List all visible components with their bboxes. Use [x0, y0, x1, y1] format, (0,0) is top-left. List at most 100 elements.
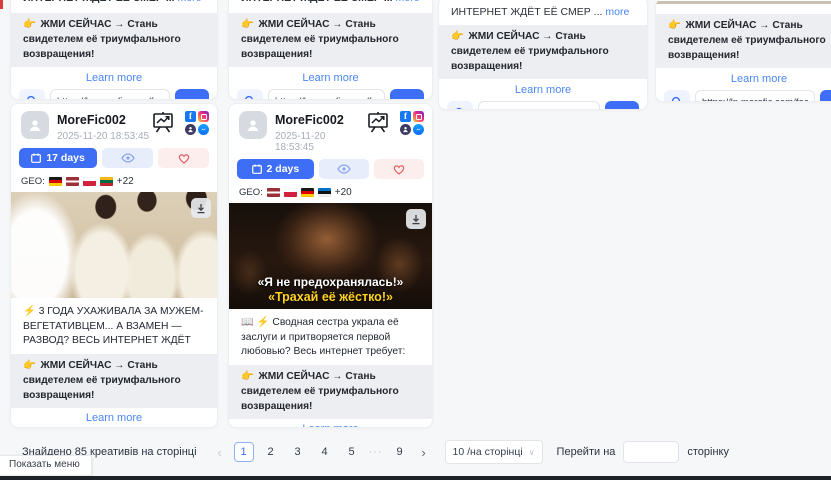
pointing-hand-icon: 👉 — [241, 19, 254, 30]
creative-card-top-1: ИНТЕРНЕТ ЖДЁТ ЕЁ СМЕР ... more 👉 ЖМИ СЕЙ… — [10, 0, 218, 100]
creative-body-text: 📖 ⚡ Сводная сестра украла её заслуги и п… — [241, 316, 420, 360]
page-number-9[interactable]: 9 — [390, 442, 410, 462]
search-icon[interactable] — [19, 89, 45, 100]
search-icon[interactable] — [664, 90, 690, 102]
open-url-button[interactable]: → — [605, 101, 639, 110]
page-number-1[interactable]: 1 — [234, 442, 254, 462]
days-active-button[interactable]: 17 days — [19, 148, 97, 168]
geo-more-count: +20 — [335, 187, 352, 198]
favorite-button[interactable] — [374, 159, 424, 179]
creative-card-top-4: 👉 ЖМИ СЕЙЧАС → Стань свидетелем её триум… — [655, 0, 831, 102]
download-image-button[interactable] — [191, 198, 211, 218]
creatives-library-page: ИНТЕРНЕТ ЖДЁТ ЕЁ СМЕР ... more 👉 ЖМИ СЕЙ… — [0, 0, 831, 480]
lightning-icon: ⚡ — [23, 306, 36, 317]
facebook-icon[interactable]: f — [185, 111, 196, 122]
goto-page-label: Перейти на — [557, 446, 616, 458]
page-number-4[interactable]: 4 — [315, 442, 335, 462]
geo-label: GEO: — [239, 187, 263, 198]
open-url-button[interactable]: → — [820, 90, 831, 102]
days-active-button[interactable]: 2 days — [237, 159, 314, 179]
geo-more-count: +22 — [117, 176, 134, 187]
instagram-icon[interactable] — [413, 111, 424, 122]
page-number-2[interactable]: 2 — [261, 442, 281, 462]
account-name: MoreFic002 — [275, 113, 344, 127]
audience-network-icon[interactable] — [185, 124, 196, 135]
creative-body-text: ⚡ 3 ГОДА УХАЖИВАЛА ЗА МУЖЕМ-ВЕГЕТАТИВЦЕМ… — [23, 305, 205, 349]
pointing-hand-icon: 👉 — [241, 371, 254, 382]
learn-more-link[interactable]: Learn more — [229, 72, 432, 84]
image-caption: «Я не предохранялась!» «Трахай её жёстко… — [229, 275, 432, 304]
geo-row: GEO: +20 — [239, 186, 422, 198]
cta-band: 👉 ЖМИ СЕЙЧАС → Стань свидетелем её триум… — [229, 365, 432, 419]
creative-teaser-text: ИНТЕРНЕТ ЖДЁТ ЕЁ СМЕР ... more — [23, 0, 205, 5]
pointing-hand-icon: 👉 — [451, 31, 464, 42]
more-link[interactable]: more — [178, 0, 202, 4]
avatar — [21, 111, 49, 139]
flag-estonia-icon — [318, 188, 331, 197]
creative-card-2: MoreFic002 2025-11-20 18:53:45 f 2 days … — [228, 103, 433, 428]
landing-url-row: → — [447, 101, 639, 110]
landing-url-input[interactable] — [695, 90, 815, 102]
learn-more-link[interactable]: Learn more — [656, 73, 831, 85]
goto-page-suffix: сторінку — [687, 446, 729, 458]
learn-more-link[interactable]: Learn more — [229, 423, 432, 428]
cta-band: 👉 ЖМИ СЕЙЧАС → Стань свидетелем её триум… — [229, 13, 432, 67]
creative-card-top-2: ИНТЕРНЕТ ЖДЁТ ЕЁ СМЕР ... more 👉 ЖМИ СЕЙ… — [228, 0, 433, 100]
creative-teaser-text: ИНТЕРНЕТ ЖДЁТ ЕЁ СМЕР ... more — [241, 0, 420, 5]
views-button[interactable] — [102, 148, 153, 168]
page-size-select[interactable]: 10 /на сторінці∨ — [445, 440, 543, 464]
audience-network-icon[interactable] — [400, 124, 411, 135]
creative-image[interactable] — [11, 192, 217, 298]
image-caption-line2: «Трахай её жёстко!» — [229, 290, 432, 304]
presentation-chart-icon[interactable] — [151, 111, 175, 134]
next-page-button[interactable]: › — [417, 445, 431, 460]
learn-more-link[interactable]: Learn more — [11, 72, 217, 84]
learn-more-link[interactable]: Learn more — [11, 412, 217, 424]
creative-image[interactable]: «Я не предохранялась!» «Трахай её жёстко… — [229, 203, 432, 309]
geo-row: GEO: +22 — [21, 175, 207, 187]
bottom-edge-bar — [0, 476, 831, 480]
flag-poland-icon — [284, 188, 297, 197]
landing-url-row: → — [19, 89, 209, 100]
search-icon[interactable] — [447, 101, 473, 110]
book-lightning-icon: 📖 ⚡ — [241, 317, 270, 328]
pagination-bar: Знайдено 85 креативів на сторінці ‹ 1 2 … — [22, 440, 825, 464]
account-name: MoreFic002 — [57, 113, 126, 127]
presentation-chart-icon[interactable] — [366, 111, 390, 134]
pages-ellipsis[interactable]: ··· — [369, 446, 383, 458]
favorite-button[interactable] — [158, 148, 209, 168]
learn-more-link[interactable]: Learn more — [439, 84, 647, 96]
avatar — [239, 111, 267, 139]
instagram-icon[interactable] — [198, 111, 209, 122]
facebook-icon[interactable]: f — [400, 111, 411, 122]
prev-page-button[interactable]: ‹ — [213, 445, 227, 460]
landing-url-input[interactable] — [478, 101, 600, 110]
search-icon[interactable] — [237, 89, 263, 100]
cta-band: 👉 ЖМИ СЕЙЧАС → Стань свидетелем её триум… — [439, 25, 647, 79]
show-menu-tooltip[interactable]: Показать меню — [0, 455, 92, 476]
page-number-3[interactable]: 3 — [288, 442, 308, 462]
open-url-button[interactable]: → — [390, 89, 424, 100]
pointing-hand-icon: 👉 — [668, 20, 681, 31]
flag-latvia-icon — [267, 188, 280, 197]
messenger-icon[interactable] — [198, 124, 209, 135]
landing-url-input[interactable] — [50, 89, 170, 100]
views-button[interactable] — [319, 159, 369, 179]
cta-band: 👉 ЖМИ СЕЙЧАС → Стань свидетелем её триум… — [11, 13, 217, 67]
creative-card-top-3: ИНТЕРНЕТ ЖДЁТ ЕЁ СМЕР ... more 👉 ЖМИ СЕЙ… — [438, 0, 648, 110]
more-link[interactable]: more — [396, 0, 420, 4]
creative-header: MoreFic002 2025-11-20 18:53:45 f — [229, 104, 432, 153]
pointing-hand-icon: 👉 — [23, 360, 36, 371]
download-image-button[interactable] — [406, 209, 426, 229]
messenger-icon[interactable] — [413, 124, 424, 135]
clipped-image-bottom — [656, 1, 831, 4]
page-number-5[interactable]: 5 — [342, 442, 362, 462]
image-caption-line1: «Я не предохранялась!» — [229, 275, 432, 289]
geo-label: GEO: — [21, 176, 45, 187]
goto-page-input[interactable] — [623, 441, 679, 463]
landing-url-input[interactable] — [268, 89, 385, 100]
clipped-edge-element — [0, 0, 3, 9]
more-link[interactable]: more — [605, 6, 629, 18]
open-url-button[interactable]: → — [175, 89, 209, 100]
landing-url-row: → — [664, 90, 831, 102]
